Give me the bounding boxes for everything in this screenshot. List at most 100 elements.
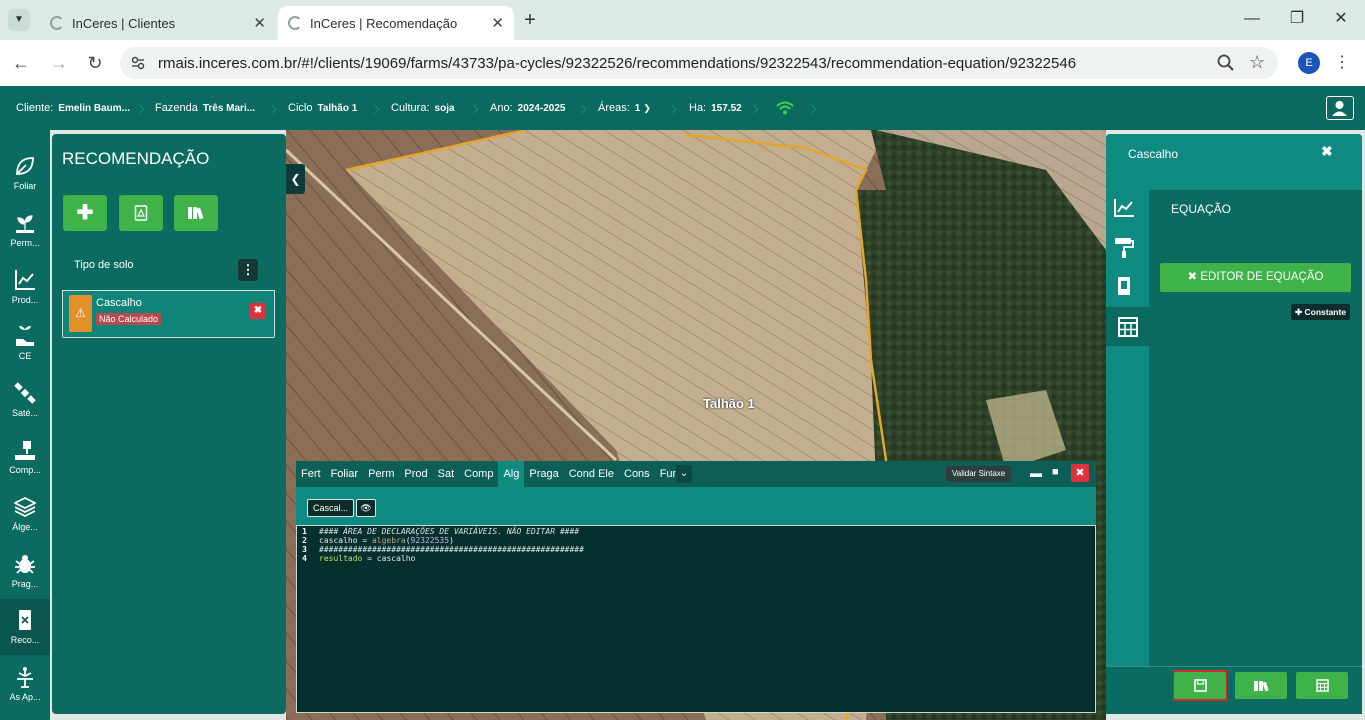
editor-tab-sat[interactable]: Sat — [433, 461, 460, 487]
chart-tool-button[interactable] — [1106, 190, 1142, 226]
editor-tab-alg[interactable]: Alg — [498, 461, 525, 487]
areas-dropdown[interactable]: Áreas: 1 ❯ — [598, 86, 651, 130]
collapse-panel-button[interactable]: ❮ — [286, 164, 305, 194]
editor-tab-cond-ele[interactable]: Cond Ele — [564, 461, 619, 487]
code-text: resultado = cascalho — [319, 554, 415, 563]
sidebar-item-recommendation[interactable]: Reco... — [0, 599, 50, 656]
breadcrumb-year[interactable]: Ano: 2024-2025 — [490, 86, 565, 130]
chevron-right-icon: › — [373, 95, 381, 120]
user-account-button[interactable] — [1326, 96, 1354, 120]
url-text: rmais.inceres.com.br/#!/clients/19069/fa… — [158, 54, 1077, 72]
line-number: 4 — [302, 554, 307, 563]
editor-tab-comp[interactable]: Comp — [459, 461, 498, 487]
sidebar-item-plant-hand[interactable]: CE — [0, 315, 50, 371]
card-header-label: Tipo de solo — [74, 259, 134, 271]
eye-icon[interactable]: 👁 — [356, 499, 376, 517]
restore-icon[interactable]: ❐ — [1286, 8, 1308, 30]
sidebar-item-sprout[interactable]: Perm... — [0, 202, 50, 258]
editor-tab-perm[interactable]: Perm — [363, 461, 399, 487]
tab-recomendacao[interactable]: InCeres | Recomendação ✕ — [278, 6, 514, 40]
sidebar-item-satellite[interactable]: Saté... — [0, 372, 50, 428]
editor-close-button[interactable]: ✖ — [1071, 464, 1089, 482]
chevron-right-icon: › — [810, 95, 818, 120]
recommendation-icon — [19, 610, 31, 631]
editor-minimize-icon[interactable]: ▬ — [1030, 466, 1042, 480]
sidebar-item-layers[interactable]: Álge... — [0, 486, 50, 542]
client-key: Cliente: — [16, 102, 54, 114]
calculator-tool-button[interactable] — [1106, 307, 1149, 346]
equation-editor-button[interactable]: ✖ EDITOR DE EQUAÇÃO — [1160, 263, 1351, 292]
breadcrumb-client[interactable]: Cliente: Emelin Baum... — [16, 86, 130, 130]
more-options-icon[interactable]: ⋮ — [238, 259, 258, 281]
browser-menu-icon[interactable]: ⋮ — [1334, 52, 1350, 72]
sample-tool-button[interactable] — [1106, 268, 1142, 304]
close-icon[interactable]: ✕ — [491, 14, 504, 32]
paint-tool-button[interactable] — [1106, 230, 1142, 266]
editor-maximize-icon[interactable]: ■ — [1052, 466, 1059, 478]
line-chart-icon — [1114, 199, 1134, 217]
close-icon[interactable]: ✖ — [1321, 143, 1333, 160]
editor-tab-prod[interactable]: Prod — [399, 461, 432, 487]
validate-syntax-button[interactable]: Validar Sintaxe — [946, 466, 1012, 482]
code-line: 1 #### ÁREA DE DECLARAÇÕES DE VARIÁVEIS. … — [297, 527, 1095, 536]
sidebar-item-label: CE — [18, 351, 32, 362]
code-token: algebra — [371, 536, 406, 545]
variable-button[interactable]: Cascal... — [307, 499, 355, 517]
farm-key: Fazenda — [155, 102, 198, 114]
save-button[interactable] — [1174, 672, 1226, 699]
sidebar-item-leaf[interactable]: Foliar — [0, 145, 50, 201]
forward-icon[interactable]: → — [48, 52, 70, 74]
chevron-down-icon: ❯ — [643, 102, 651, 113]
editor-tab-praga[interactable]: Praga — [524, 461, 563, 487]
areas-value: 1 — [634, 102, 641, 114]
layers-icon — [14, 496, 36, 517]
library-button[interactable] — [1235, 672, 1287, 699]
minimize-icon[interactable]: — — [1241, 8, 1263, 30]
breadcrumb-ha: Ha: 157.52 — [689, 86, 742, 130]
tab-search-button[interactable]: ▼ — [8, 9, 30, 31]
code-text: cascalho = algebra(92322535) — [319, 536, 454, 545]
breadcrumb-farm[interactable]: Fazenda Três Mari... — [155, 86, 255, 130]
breadcrumb-cycle[interactable]: Ciclo Talhão 1 — [288, 86, 357, 130]
cycle-key: Ciclo — [288, 102, 313, 114]
sidebar-item-compaction[interactable]: Comp... — [0, 429, 50, 485]
sidebar-item-label: Álge... — [12, 521, 38, 532]
new-tab-button[interactable]: + — [520, 10, 540, 30]
sidebar-item-label: Prag... — [11, 578, 39, 589]
calculate-button[interactable] — [1296, 672, 1348, 699]
pdf-button[interactable] — [119, 195, 163, 231]
profile-avatar[interactable]: E — [1298, 52, 1320, 74]
library-button[interactable] — [174, 195, 218, 231]
books-icon — [1253, 680, 1269, 691]
sidebar-item-label: Saté... — [11, 408, 38, 419]
window-close-icon[interactable]: ✕ — [1330, 8, 1352, 30]
chevron-right-icon: › — [138, 95, 146, 120]
close-icon[interactable]: ✕ — [253, 14, 266, 32]
breadcrumb-crop[interactable]: Cultura: soja — [391, 86, 455, 130]
ha-value: 157.52 — [711, 102, 742, 114]
sidebar-item-bug[interactable]: Prag... — [0, 543, 50, 599]
code-editor[interactable]: 1 #### ÁREA DE DECLARAÇÕES DE VARIÁVEIS. … — [296, 525, 1096, 713]
sidebar-item-sprayer[interactable]: As Ap... — [0, 656, 50, 712]
editor-tab-foliar[interactable]: Foliar — [326, 461, 364, 487]
sidebar-item-line-chart[interactable]: Prod... — [0, 259, 50, 315]
back-icon[interactable]: ← — [10, 52, 32, 74]
code-token: ) — [449, 536, 454, 545]
editor-tab-fert[interactable]: Fert — [296, 461, 326, 487]
tab-clientes[interactable]: InCeres | Clientes ✕ — [40, 6, 276, 40]
books-icon — [188, 207, 204, 220]
zoom-icon[interactable] — [1216, 53, 1236, 73]
equation-panel-body — [1149, 190, 1362, 666]
url-input[interactable]: rmais.inceres.com.br/#!/clients/19069/fa… — [120, 47, 1278, 79]
bookmark-star-icon[interactable]: ☆ — [1249, 52, 1265, 73]
reload-icon[interactable]: ↻ — [84, 52, 106, 74]
delete-item-button[interactable]: ✖ — [250, 303, 266, 319]
more-tabs-chevron-icon[interactable]: ⌄ — [676, 465, 692, 483]
site-settings-icon[interactable] — [130, 55, 146, 71]
add-button[interactable]: ✚ — [63, 195, 107, 231]
editor-tab-cons[interactable]: Cons — [619, 461, 655, 487]
line-number: 3 — [302, 545, 307, 554]
panel-title: RECOMENDAÇÃO — [62, 149, 210, 168]
recommendation-item[interactable] — [63, 291, 274, 337]
add-constant-button[interactable]: ✚ Constante — [1291, 304, 1351, 320]
